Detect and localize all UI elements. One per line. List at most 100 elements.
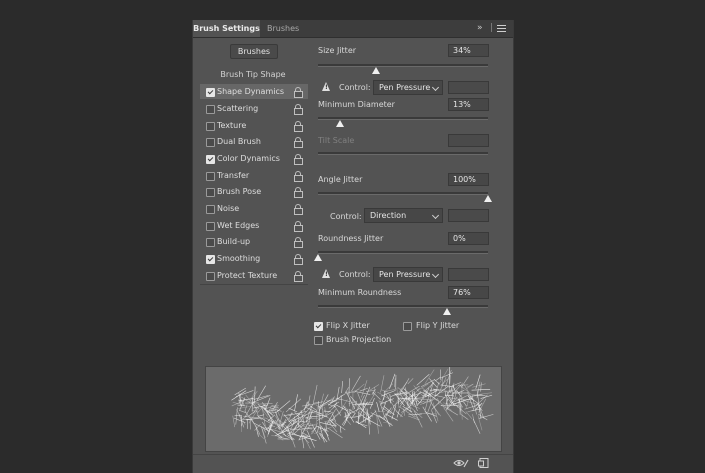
protect-texture-checkbox[interactable] bbox=[206, 272, 215, 281]
size-jitter-field[interactable]: 34% bbox=[448, 44, 489, 57]
new-preset-icon[interactable] bbox=[478, 457, 490, 472]
sidebar-item-transfer[interactable]: Transfer bbox=[200, 168, 308, 183]
brush-pose-checkbox[interactable] bbox=[206, 188, 215, 197]
bristle-stroke bbox=[466, 399, 469, 406]
bristle-stroke bbox=[471, 395, 477, 415]
minimum-diameter-slider-thumb[interactable] bbox=[336, 120, 345, 127]
roundness-jitter-slider-thumb[interactable] bbox=[314, 254, 322, 261]
bristle-stroke bbox=[440, 372, 454, 379]
shape-dynamics-checkbox[interactable] bbox=[206, 88, 215, 97]
noise-checkbox[interactable] bbox=[206, 205, 215, 214]
bristle-stroke bbox=[294, 394, 298, 411]
control-select-value: Pen Pressure bbox=[379, 270, 431, 279]
wet-edges-checkbox[interactable] bbox=[206, 222, 215, 231]
minimum-diameter-field[interactable]: 13% bbox=[448, 98, 489, 111]
control-select-size[interactable]: Pen Pressure bbox=[373, 80, 443, 95]
roundness-jitter-slider-track[interactable] bbox=[318, 251, 488, 254]
minimum-roundness-field[interactable]: 76% bbox=[448, 286, 489, 299]
flip-x-jitter-option[interactable]: Flip X Jitter bbox=[312, 320, 392, 332]
sidebar-item-scattering[interactable]: Scattering bbox=[200, 101, 308, 116]
bristle-stroke bbox=[354, 383, 365, 393]
bristle-stroke bbox=[434, 376, 441, 382]
lock-icon[interactable] bbox=[294, 154, 303, 165]
bristle-stroke bbox=[346, 419, 351, 425]
sidebar-item-label: Texture bbox=[217, 121, 247, 130]
angle-jitter-field[interactable]: 100% bbox=[448, 173, 489, 186]
transfer-checkbox[interactable] bbox=[206, 172, 215, 181]
flip-y-jitter-option[interactable]: Flip Y Jitter bbox=[401, 320, 481, 332]
bristle-stroke bbox=[480, 382, 482, 392]
size-jitter-slider-thumb[interactable] bbox=[371, 67, 380, 74]
sidebar-item-texture[interactable]: Texture bbox=[200, 118, 308, 133]
lock-icon[interactable] bbox=[294, 187, 303, 198]
lock-icon[interactable] bbox=[294, 121, 303, 132]
color-dynamics-checkbox[interactable] bbox=[206, 155, 215, 164]
size-jitter-slider-track[interactable] bbox=[318, 64, 488, 67]
tab-brush-settings[interactable]: Brush Settings bbox=[193, 20, 260, 37]
build-up-checkbox[interactable] bbox=[206, 238, 215, 247]
sidebar-item-smoothing[interactable]: Smoothing bbox=[200, 251, 308, 266]
smoothing-checkbox[interactable] bbox=[206, 255, 215, 264]
sidebar-item-label: Dual Brush bbox=[217, 137, 261, 146]
bristle-stroke bbox=[314, 426, 333, 434]
sidebar-divider bbox=[200, 284, 308, 285]
bristle-stroke bbox=[389, 373, 396, 389]
bristle-stroke bbox=[457, 390, 465, 394]
bristle-stroke bbox=[265, 397, 271, 409]
bristle-stroke bbox=[379, 402, 385, 418]
minimum-roundness-label: Minimum Roundness bbox=[318, 288, 402, 297]
dual-brush-checkbox[interactable] bbox=[206, 138, 215, 147]
chevron-down-icon bbox=[431, 83, 440, 92]
bristle-stroke bbox=[341, 381, 343, 394]
brush-projection-checkbox[interactable] bbox=[314, 336, 323, 345]
sidebar-item-label: Wet Edges bbox=[217, 221, 260, 230]
bristle-stroke bbox=[311, 426, 318, 433]
control-extra-field bbox=[448, 268, 489, 281]
brushes-button[interactable]: Brushes bbox=[230, 44, 278, 59]
brush-projection-option[interactable]: Brush Projection bbox=[312, 334, 412, 346]
angle-jitter-slider-thumb[interactable] bbox=[484, 195, 492, 202]
roundness-jitter-field[interactable]: 0% bbox=[448, 232, 489, 245]
control-extra-field bbox=[448, 209, 489, 222]
bristle-stroke bbox=[472, 414, 475, 424]
sidebar-item-protect-texture[interactable]: Protect Texture bbox=[200, 268, 308, 283]
control-select-roundness[interactable]: Pen Pressure bbox=[373, 267, 443, 282]
tab-brushes[interactable]: Brushes bbox=[267, 20, 299, 37]
flip-y-jitter-checkbox[interactable] bbox=[403, 322, 412, 331]
bristle-stroke bbox=[356, 413, 362, 423]
texture-checkbox[interactable] bbox=[206, 122, 215, 131]
lock-icon[interactable] bbox=[294, 254, 303, 265]
control-select-angle[interactable]: Direction bbox=[364, 208, 443, 223]
brush-tip-shape-item[interactable]: Brush Tip Shape bbox=[200, 70, 306, 79]
control-label: Control: bbox=[339, 270, 371, 279]
flip-y-jitter-label: Flip Y Jitter bbox=[416, 321, 460, 330]
minimum-roundness-slider-track[interactable] bbox=[318, 305, 488, 308]
sidebar-item-wet-edges[interactable]: Wet Edges bbox=[200, 218, 308, 233]
expand-icon[interactable]: » bbox=[477, 20, 483, 37]
sidebar-item-label: Brush Pose bbox=[217, 187, 262, 196]
bristle-stroke bbox=[366, 390, 375, 392]
eye-brush-icon[interactable] bbox=[453, 457, 469, 472]
angle-jitter-slider-track[interactable] bbox=[318, 192, 488, 195]
lock-icon[interactable] bbox=[294, 104, 303, 115]
flip-x-jitter-checkbox[interactable] bbox=[314, 322, 323, 331]
roundness-jitter-label: Roundness Jitter bbox=[318, 234, 384, 243]
lock-icon[interactable] bbox=[294, 137, 303, 148]
sidebar-item-shape-dynamics[interactable]: Shape Dynamics bbox=[200, 84, 308, 99]
scattering-checkbox[interactable] bbox=[206, 105, 215, 114]
control-select-value: Pen Pressure bbox=[379, 83, 431, 92]
lock-icon[interactable] bbox=[294, 237, 303, 248]
sidebar-item-build-up[interactable]: Build-up bbox=[200, 234, 308, 249]
lock-icon[interactable] bbox=[294, 204, 303, 215]
tilt-scale-label: Tilt Scale bbox=[318, 136, 355, 145]
sidebar-item-color-dynamics[interactable]: Color Dynamics bbox=[200, 151, 308, 166]
lock-icon[interactable] bbox=[294, 271, 303, 282]
lock-icon[interactable] bbox=[294, 221, 303, 232]
lock-icon[interactable] bbox=[294, 171, 303, 182]
lock-icon[interactable] bbox=[294, 87, 303, 98]
sidebar-item-brush-pose[interactable]: Brush Pose bbox=[200, 184, 308, 199]
sidebar-item-dual-brush[interactable]: Dual Brush bbox=[200, 134, 308, 149]
minimum-roundness-slider-thumb[interactable] bbox=[443, 308, 452, 315]
hamburger-menu-icon[interactable] bbox=[497, 20, 506, 37]
sidebar-item-noise[interactable]: Noise bbox=[200, 201, 308, 216]
